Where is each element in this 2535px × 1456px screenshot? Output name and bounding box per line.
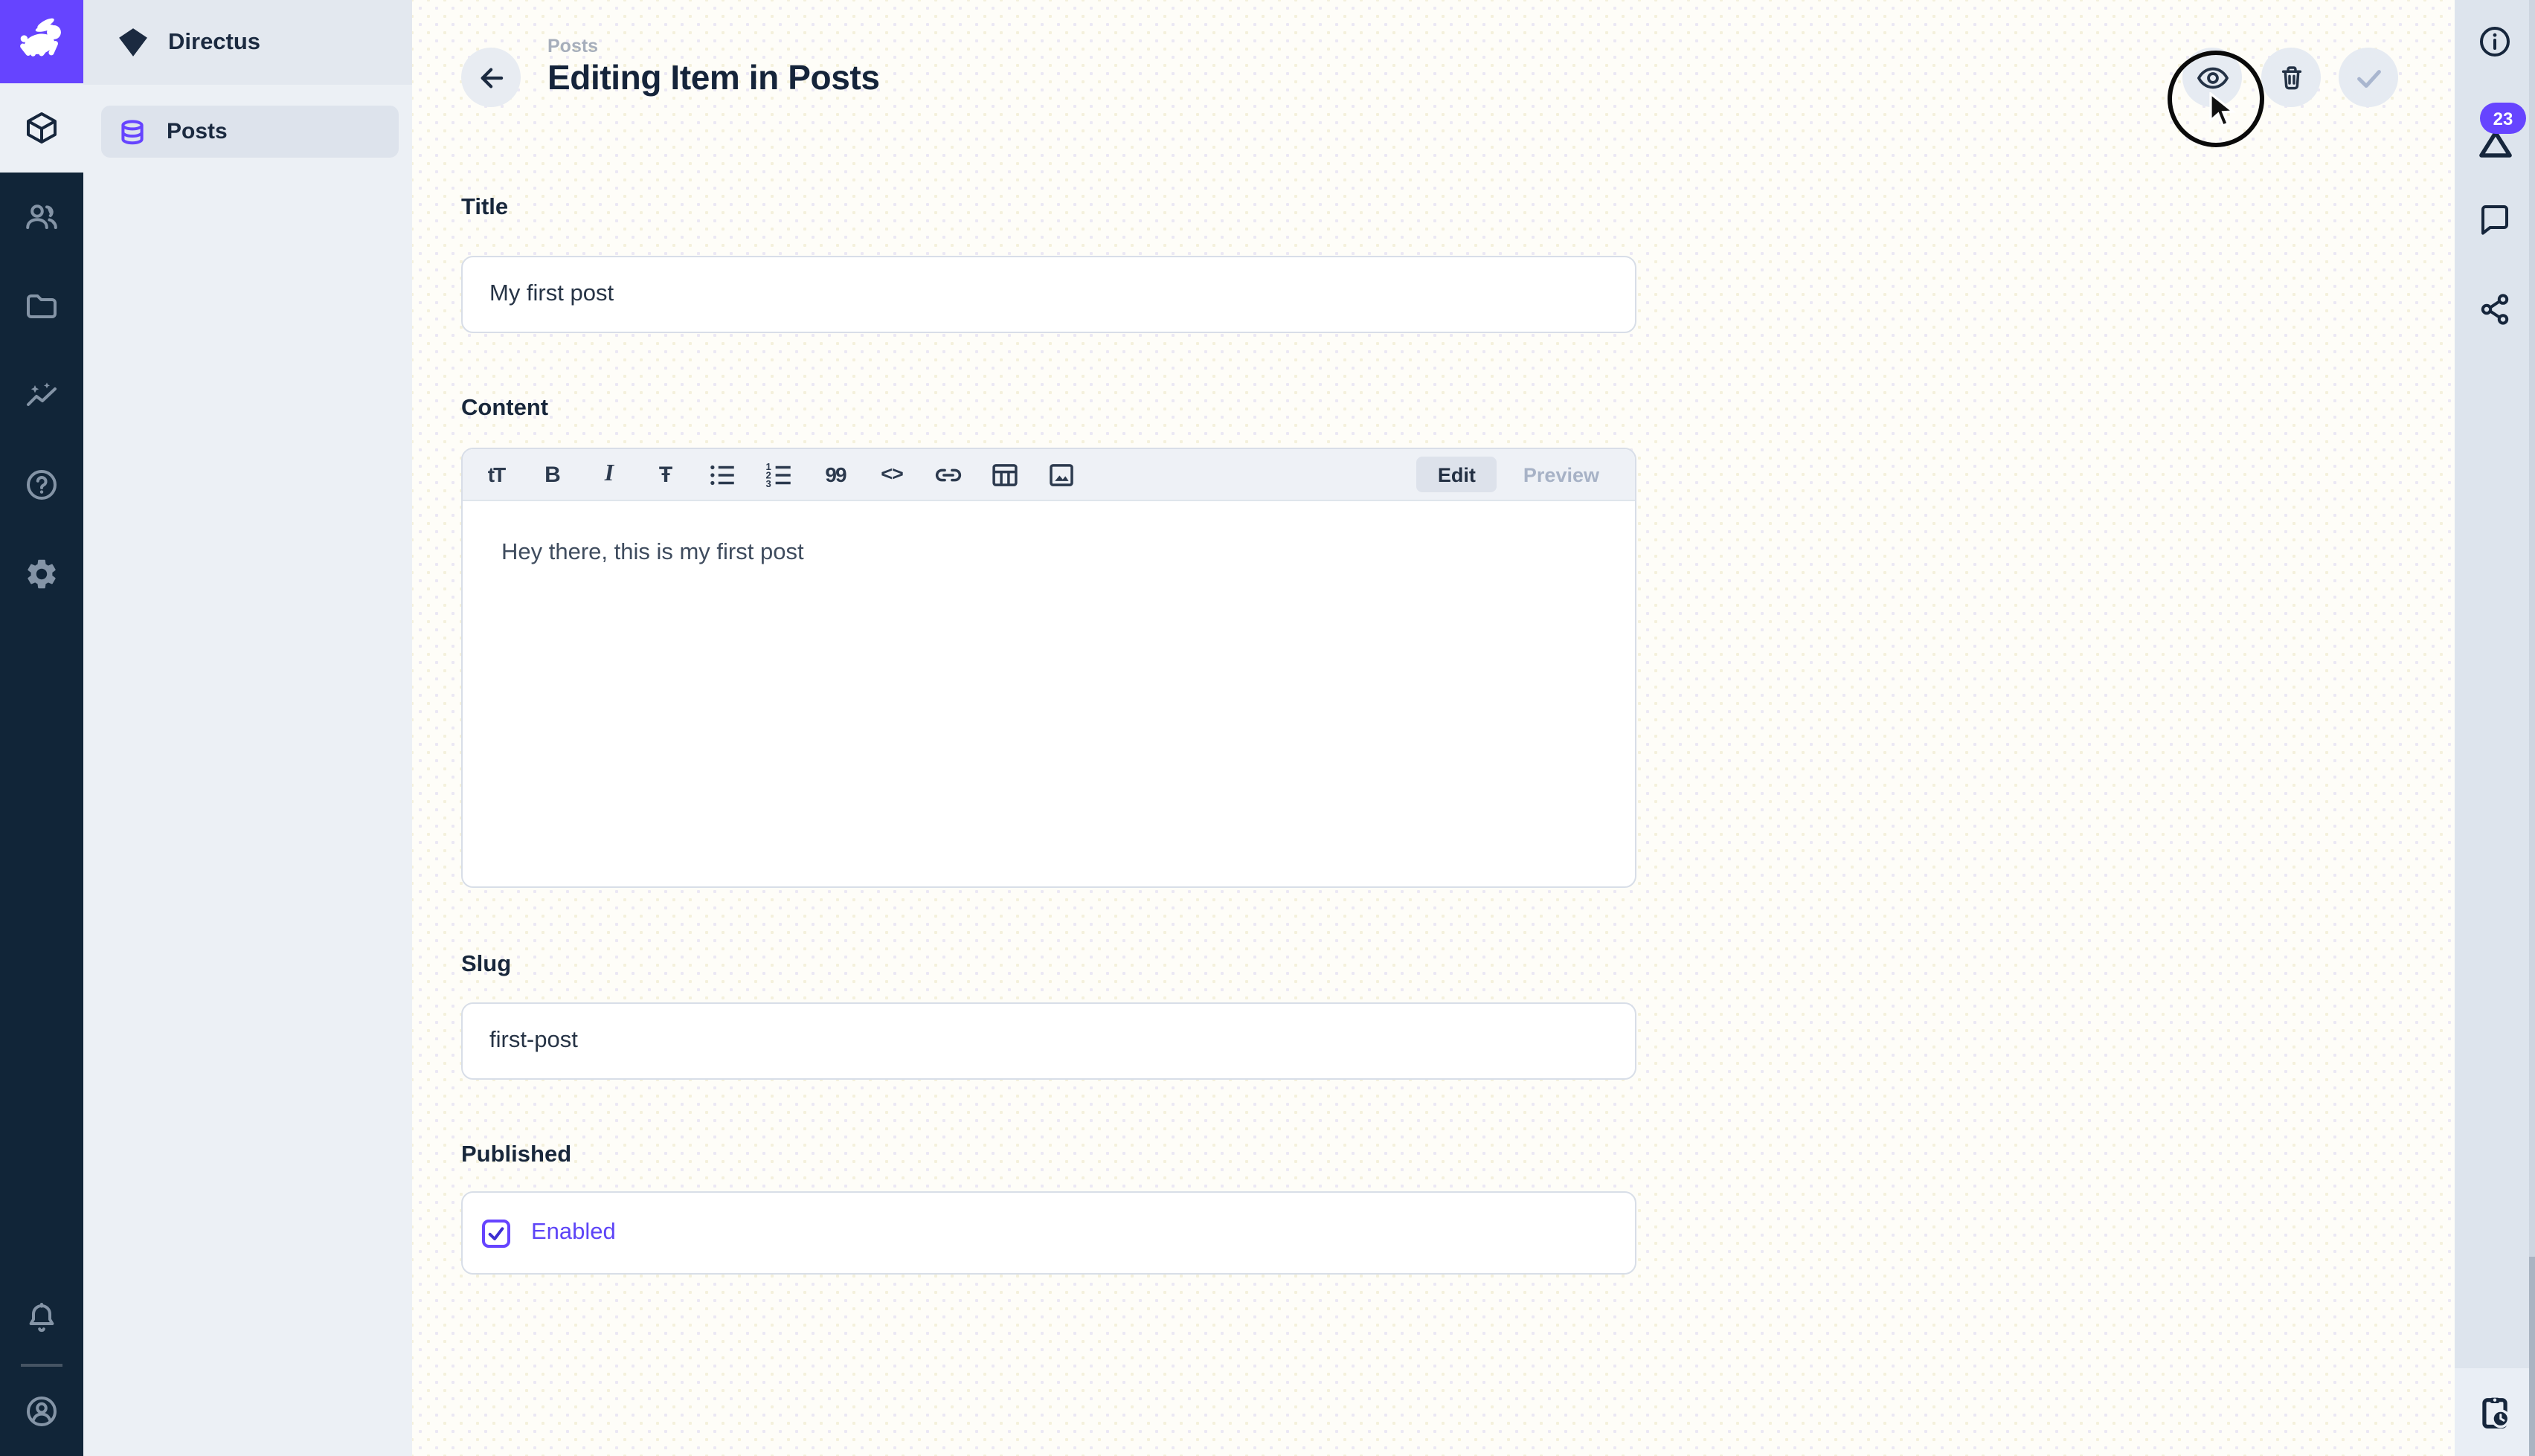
- comment-icon: [2477, 202, 2513, 238]
- svg-text:3: 3: [766, 477, 771, 489]
- bullet-list-icon: [707, 459, 738, 490]
- strikethrough-button[interactable]: Ŧ: [650, 458, 681, 491]
- comments-panel-button[interactable]: [2455, 202, 2535, 238]
- page-title: Editing Item in Posts: [547, 58, 880, 98]
- arrow-left-icon: [475, 62, 507, 93]
- image-icon: [1046, 459, 1077, 490]
- main-content: Posts Editing Item in Posts: [412, 0, 2455, 1456]
- content-editor-body[interactable]: Hey there, this is my first post: [463, 501, 1635, 888]
- content-cube-icon: [24, 110, 60, 146]
- published-field-label: Published: [461, 1142, 1636, 1169]
- slug-input-value: first-post: [489, 1028, 578, 1054]
- trash-icon: [2275, 62, 2307, 93]
- published-checkbox[interactable]: [482, 1219, 510, 1247]
- link-button[interactable]: [933, 458, 964, 491]
- link-icon: [933, 459, 964, 490]
- title-field-label: Title: [461, 195, 1636, 222]
- blockquote-button[interactable]: 99: [820, 458, 851, 491]
- editor-toolbar: tT B I Ŧ 1 2 3: [463, 449, 1635, 501]
- table-button[interactable]: [989, 458, 1021, 491]
- gear-icon: [24, 556, 60, 592]
- module-help[interactable]: [0, 440, 83, 529]
- account-circle-icon: [24, 1394, 60, 1429]
- published-checkbox-label[interactable]: Enabled: [531, 1220, 616, 1246]
- delete-item-button[interactable]: [2261, 48, 2321, 107]
- module-bar-spacer: [0, 619, 83, 1275]
- module-bar: [0, 0, 83, 1456]
- rabbit-logo-icon: [9, 9, 74, 74]
- title-input-value: My first post: [489, 281, 614, 308]
- scrollbar-track[interactable]: [2529, 0, 2535, 1456]
- notifications-button[interactable]: [0, 1275, 83, 1364]
- right-sidebar: 23: [2455, 0, 2535, 1456]
- tab-preview[interactable]: Preview: [1503, 457, 1620, 492]
- numbered-list-icon: 1 2 3: [763, 459, 794, 490]
- bullet-list-button[interactable]: [707, 458, 738, 491]
- module-settings[interactable]: [0, 529, 83, 619]
- title-input[interactable]: My first post: [461, 256, 1636, 333]
- back-button[interactable]: [461, 48, 521, 107]
- module-users[interactable]: [0, 173, 83, 262]
- revisions-count-badge: 23: [2480, 103, 2526, 134]
- editor-tabs: Edit Preview: [1417, 457, 1620, 492]
- info-panel-button[interactable]: [2455, 24, 2535, 59]
- mouse-cursor: [2208, 92, 2240, 131]
- insights-icon: [24, 378, 60, 413]
- clipboard-clock-icon: [2475, 1393, 2514, 1431]
- checkmark-icon: [485, 1222, 507, 1244]
- database-icon: [119, 118, 146, 145]
- navigation-sidebar: Directus Posts: [83, 0, 412, 1456]
- image-button[interactable]: [1046, 458, 1077, 491]
- module-content[interactable]: [0, 83, 83, 173]
- share-icon: [2477, 291, 2513, 327]
- save-item-button[interactable]: [2339, 48, 2398, 107]
- numbered-list-button[interactable]: 1 2 3: [763, 458, 794, 491]
- content-field-label: Content: [461, 396, 1636, 422]
- code-button[interactable]: <>: [876, 458, 907, 491]
- account-button[interactable]: [0, 1367, 83, 1456]
- slug-input[interactable]: first-post: [461, 1002, 1636, 1080]
- directus-logo[interactable]: [0, 0, 83, 83]
- help-icon: [24, 467, 60, 503]
- project-name: Directus: [168, 29, 260, 56]
- folder-icon: [24, 289, 60, 324]
- check-icon: [2351, 60, 2385, 94]
- info-icon: [2477, 24, 2513, 59]
- users-icon: [24, 199, 60, 235]
- sidebar-item-label: Posts: [167, 119, 228, 144]
- share-panel-button[interactable]: [2455, 291, 2535, 327]
- breadcrumb[interactable]: Posts: [547, 36, 598, 57]
- module-insights[interactable]: [0, 351, 83, 440]
- activity-drawer[interactable]: [2455, 1368, 2535, 1456]
- tab-edit[interactable]: Edit: [1417, 457, 1497, 492]
- italic-button[interactable]: I: [594, 458, 625, 491]
- bold-button[interactable]: B: [537, 458, 568, 491]
- content-text: Hey there, this is my first post: [501, 540, 804, 565]
- scrollbar-thumb[interactable]: [2529, 1257, 2535, 1456]
- format-size-button[interactable]: tT: [481, 458, 512, 491]
- app-window: Directus Posts Posts Editing Item in Pos…: [0, 0, 2535, 1456]
- slug-field-label: Slug: [461, 952, 1636, 979]
- project-diamond-icon: [118, 27, 149, 58]
- bell-icon: [24, 1301, 60, 1337]
- sidebar-item-posts[interactable]: Posts: [101, 106, 399, 158]
- content-editor: tT B I Ŧ 1 2 3: [461, 448, 1636, 888]
- project-switcher[interactable]: Directus: [83, 0, 412, 85]
- module-files[interactable]: [0, 262, 83, 351]
- published-field: Enabled: [461, 1191, 1636, 1275]
- table-icon: [989, 459, 1021, 490]
